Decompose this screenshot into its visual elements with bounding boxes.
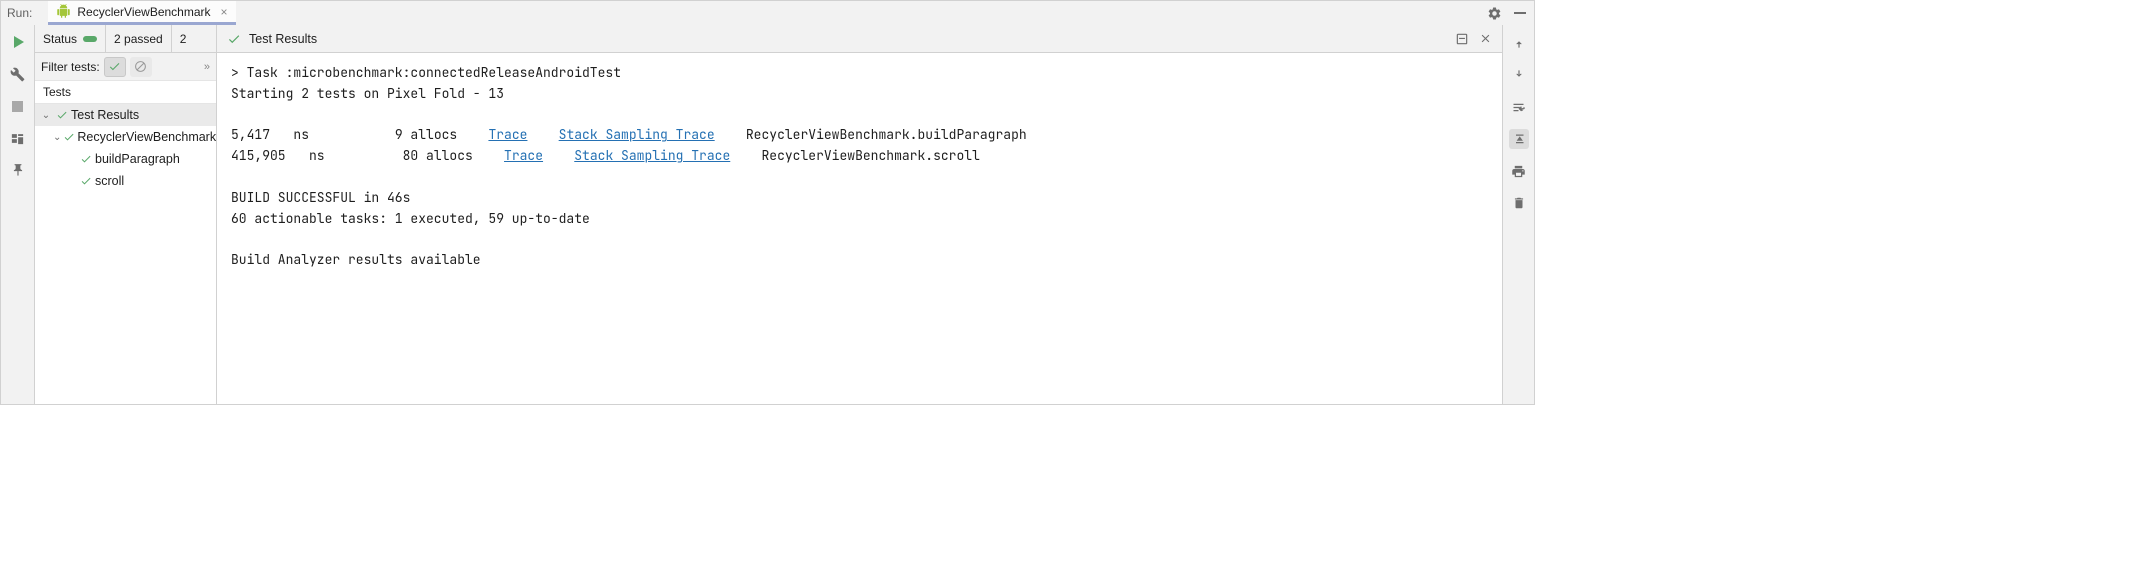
console-output: > Task :microbenchmark:connectedReleaseA…	[217, 53, 1502, 404]
status-cell: Status	[35, 25, 105, 52]
android-icon	[56, 4, 71, 19]
filter-ignored-button[interactable]	[130, 57, 152, 77]
run-label: Run:	[7, 6, 32, 20]
stack-trace-link[interactable]: Stack Sampling Trace	[574, 147, 730, 164]
tree-root[interactable]: ⌄ Test Results	[35, 104, 216, 126]
tree-test-2[interactable]: scroll	[35, 170, 216, 192]
soft-wrap-icon[interactable]	[1509, 97, 1529, 117]
check-icon	[63, 131, 75, 143]
trace-link[interactable]: Trace	[488, 126, 527, 143]
tests-header: Tests	[35, 81, 216, 104]
wrench-icon[interactable]	[9, 65, 27, 83]
check-icon	[227, 32, 241, 46]
print-icon[interactable]	[1509, 161, 1529, 181]
run-tab-label: RecyclerViewBenchmark	[77, 5, 210, 19]
pin-icon[interactable]	[9, 161, 27, 179]
export-icon[interactable]	[1455, 32, 1469, 46]
run-tab[interactable]: RecyclerViewBenchmark ×	[48, 1, 235, 25]
console-title: Test Results	[249, 32, 317, 46]
tree-suite-label: RecyclerViewBenchmark	[77, 130, 216, 144]
more-filters-icon[interactable]: »	[204, 61, 210, 73]
tree-root-label: Test Results	[71, 108, 139, 122]
gear-icon[interactable]	[1486, 5, 1502, 21]
tree-suite[interactable]: ⌄ RecyclerViewBenchmark	[35, 126, 216, 148]
filter-label: Filter tests:	[41, 60, 100, 74]
chevron-down-icon[interactable]: ⌄	[53, 132, 61, 143]
check-icon	[55, 109, 69, 121]
trace-link[interactable]: Trace	[504, 147, 543, 164]
up-arrow-icon[interactable]	[1509, 33, 1529, 53]
passed-count: 2 passed	[105, 25, 171, 52]
minimize-icon[interactable]	[1512, 5, 1528, 21]
stop-icon[interactable]	[9, 97, 27, 115]
tree-test-1[interactable]: buildParagraph	[35, 148, 216, 170]
tree-test-1-label: buildParagraph	[95, 152, 180, 166]
stack-trace-link[interactable]: Stack Sampling Trace	[559, 126, 715, 143]
close-icon[interactable]	[1479, 32, 1492, 45]
total-count: 2	[171, 25, 195, 52]
scroll-to-end-icon[interactable]	[1509, 129, 1529, 149]
chevron-down-icon[interactable]: ⌄	[39, 110, 53, 121]
down-arrow-icon[interactable]	[1509, 65, 1529, 85]
check-icon	[79, 175, 93, 187]
close-tab-icon[interactable]: ×	[221, 5, 228, 19]
check-icon	[79, 153, 93, 165]
tree-test-2-label: scroll	[95, 174, 124, 188]
trash-icon[interactable]	[1509, 193, 1529, 213]
layout-icon[interactable]	[9, 129, 27, 147]
status-pill-icon	[83, 36, 97, 42]
filter-passed-button[interactable]	[104, 57, 126, 77]
run-icon[interactable]	[9, 33, 27, 51]
